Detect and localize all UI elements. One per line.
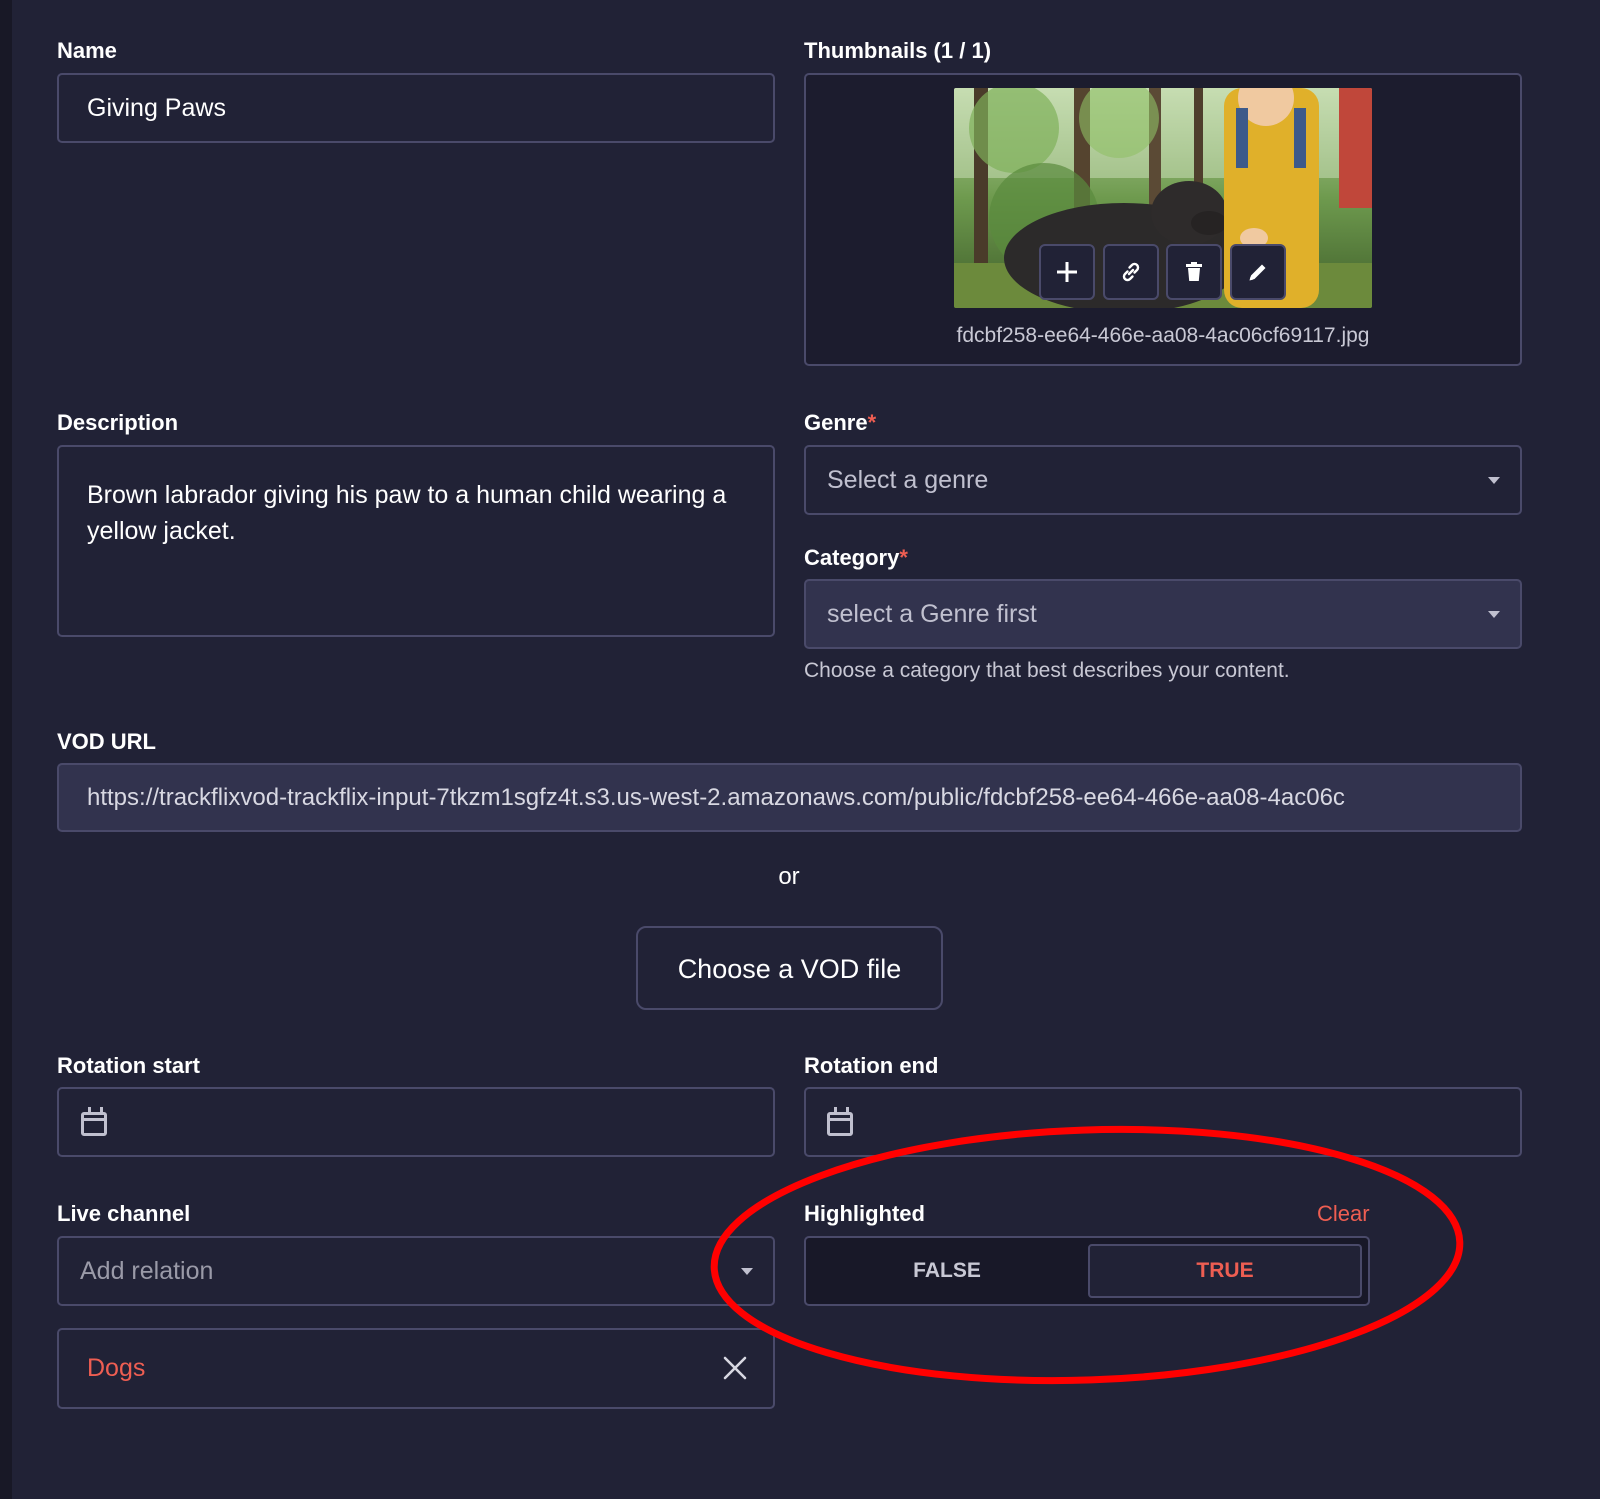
rotation-start-input[interactable] [57, 1087, 775, 1157]
required-mark: * [899, 545, 908, 570]
thumbnail-add-button[interactable] [1039, 244, 1095, 300]
rotation-end-label: Rotation end [804, 1053, 939, 1078]
live-channel-select[interactable]: Add relation [57, 1236, 775, 1306]
category-placeholder: select a Genre first [827, 600, 1037, 628]
live-channel-label: Live channel [57, 1201, 191, 1226]
link-icon [1122, 262, 1140, 282]
description-value: Brown labrador giving his paw to a human… [87, 481, 727, 545]
rotation-start-label: Rotation start [57, 1053, 200, 1078]
genre-placeholder: Select a genre [827, 466, 989, 494]
description-textarea[interactable]: Brown labrador giving his paw to a human… [57, 445, 775, 637]
name-input[interactable]: Giving Paws [57, 73, 775, 143]
thumbnail-link-button[interactable] [1103, 244, 1159, 300]
thumbnails-label: Thumbnails (1 / 1) [804, 38, 992, 63]
thumbnail-image[interactable] [954, 88, 1372, 308]
pencil-icon [1249, 264, 1266, 281]
calendar-icon [81, 1107, 107, 1136]
category-select[interactable]: select a Genre first [804, 579, 1522, 649]
genre-select[interactable]: Select a genre [804, 445, 1522, 515]
highlighted-clear-button[interactable]: Clear [1317, 1201, 1370, 1227]
chevron-down-icon [741, 1268, 753, 1275]
choose-vod-file-button[interactable]: Choose a VOD file [636, 926, 943, 1010]
thumbnail-filename: fdcbf258-ee64-466e-aa08-4ac06cf69117.jpg [956, 324, 1370, 347]
name-value: Giving Paws [87, 94, 226, 122]
or-separator: or [778, 863, 800, 890]
close-icon[interactable] [722, 1355, 748, 1381]
highlighted-toggle: FALSE TRUE [804, 1236, 1370, 1306]
calendar-icon [827, 1107, 853, 1136]
highlighted-false-option[interactable]: FALSE [806, 1238, 1088, 1304]
relation-item: Dogs [57, 1328, 775, 1409]
trash-icon [1186, 262, 1202, 281]
highlighted-label: Highlighted [804, 1201, 925, 1226]
vod-url-value: https://trackflixvod-trackflix-input-7tk… [87, 784, 1345, 811]
relation-dogs-link[interactable]: Dogs [87, 1352, 145, 1384]
rotation-end-input[interactable] [804, 1087, 1522, 1157]
choose-vod-file-label: Choose a VOD file [677, 954, 902, 984]
add-icon [1057, 262, 1077, 282]
genre-label: Genre* [804, 410, 877, 435]
vod-url-input[interactable]: https://trackflixvod-trackflix-input-7tk… [57, 763, 1522, 832]
thumbnail-delete-button[interactable] [1166, 244, 1222, 300]
highlighted-true-option[interactable]: TRUE [1088, 1244, 1362, 1298]
category-hint: Choose a category that best describes yo… [804, 659, 1290, 682]
vod-url-label: VOD URL [57, 729, 156, 754]
thumbnail-picture [954, 88, 1372, 308]
thumbnail-edit-button[interactable] [1230, 244, 1286, 300]
chevron-down-icon [1488, 477, 1500, 484]
required-mark: * [867, 410, 877, 435]
description-label: Description [57, 410, 179, 435]
category-label: Category* [804, 545, 908, 570]
name-label: Name [57, 38, 117, 63]
chevron-down-icon [1488, 611, 1500, 618]
live-channel-placeholder: Add relation [80, 1257, 214, 1285]
